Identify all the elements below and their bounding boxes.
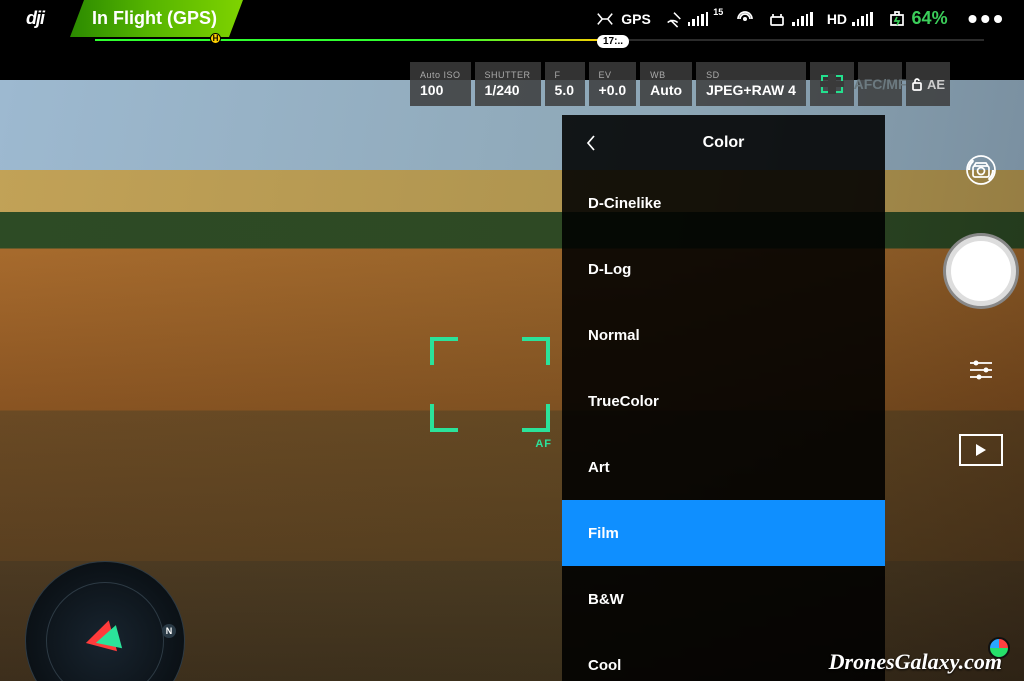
af-label: AF — [535, 438, 552, 450]
more-menu-button[interactable]: ••• — [968, 3, 1006, 35]
camera-swap-icon — [963, 152, 999, 188]
color-option-normal[interactable]: Normal — [562, 302, 885, 368]
home-marker: H — [210, 33, 221, 44]
color-option-art[interactable]: Art — [562, 434, 885, 500]
autofocus-box[interactable]: AF — [430, 337, 550, 432]
radar-home-arrow — [93, 625, 122, 654]
ae-lock-button[interactable]: AE — [906, 62, 950, 106]
battery-pct: 64% — [912, 8, 948, 29]
color-option-b-w[interactable]: B&W — [562, 566, 885, 632]
sliders-icon — [966, 355, 996, 385]
flight-status-chip[interactable]: In Flight (GPS) — [70, 0, 243, 37]
color-settings-panel: Color D-CinelikeD-LogNormalTrueColorArtF… — [562, 115, 885, 681]
battery-indicator[interactable]: 64% — [887, 8, 948, 29]
right-control-rail — [938, 150, 1024, 466]
satellite-bars-icon — [688, 12, 709, 26]
controller-bars-icon — [792, 12, 813, 26]
focus-brackets-icon — [821, 75, 843, 93]
satellite-signal[interactable]: 15 — [665, 10, 724, 28]
panel-header: Color — [562, 115, 885, 170]
north-indicator: N — [162, 624, 176, 638]
color-option-film[interactable]: Film — [562, 500, 885, 566]
lock-icon — [911, 77, 923, 91]
wb-readout[interactable]: WB Auto — [640, 62, 692, 106]
focus-mode-button[interactable] — [810, 62, 854, 106]
photo-video-switch[interactable] — [961, 150, 1001, 190]
panel-title: Color — [703, 134, 745, 152]
gps-label: GPS — [621, 11, 651, 27]
chevron-left-icon — [584, 133, 598, 153]
color-option-d-log[interactable]: D-Log — [562, 236, 885, 302]
aircraft-icon[interactable]: GPS — [594, 10, 651, 28]
dji-logo: dji — [0, 0, 70, 37]
af-mf-toggle[interactable]: AFC/MF — [858, 62, 902, 106]
hd-signal[interactable]: HD — [827, 11, 873, 27]
satellite-count: 15 — [713, 7, 723, 17]
hd-label: HD — [827, 11, 847, 27]
camera-settings-button[interactable] — [963, 352, 999, 388]
play-icon — [976, 444, 986, 456]
format-readout[interactable]: SD JPEG+RAW 4 — [696, 62, 806, 106]
color-option-d-cinelike[interactable]: D-Cinelike — [562, 170, 885, 236]
color-options-list: D-CinelikeD-LogNormalTrueColorArtFilmB&W… — [562, 170, 885, 681]
controller-signal[interactable] — [767, 11, 813, 27]
ev-readout[interactable]: EV +0.0 — [589, 62, 637, 106]
watermark: DronesGalaxy.com — [829, 649, 1002, 675]
battery-timeline: H 17:.. — [0, 37, 1024, 47]
hd-bars-icon — [852, 12, 873, 26]
rc-signal[interactable] — [737, 11, 753, 27]
iso-readout[interactable]: Auto ISO 100 — [410, 62, 471, 106]
back-button[interactable] — [576, 115, 606, 170]
aperture-readout[interactable]: F 5.0 — [545, 62, 585, 106]
playback-button[interactable] — [959, 434, 1003, 466]
shutter-button[interactable] — [946, 236, 1016, 306]
color-option-truecolor[interactable]: TrueColor — [562, 368, 885, 434]
camera-settings-strip: Auto ISO 100 SHUTTER 1/240 F 5.0 EV +0.0… — [410, 62, 1024, 106]
top-status-bar: dji In Flight (GPS) GPS 15 HD 64% ••• — [0, 0, 1024, 37]
remaining-time: 17:.. — [597, 35, 629, 48]
shutter-readout[interactable]: SHUTTER 1/240 — [475, 62, 541, 106]
